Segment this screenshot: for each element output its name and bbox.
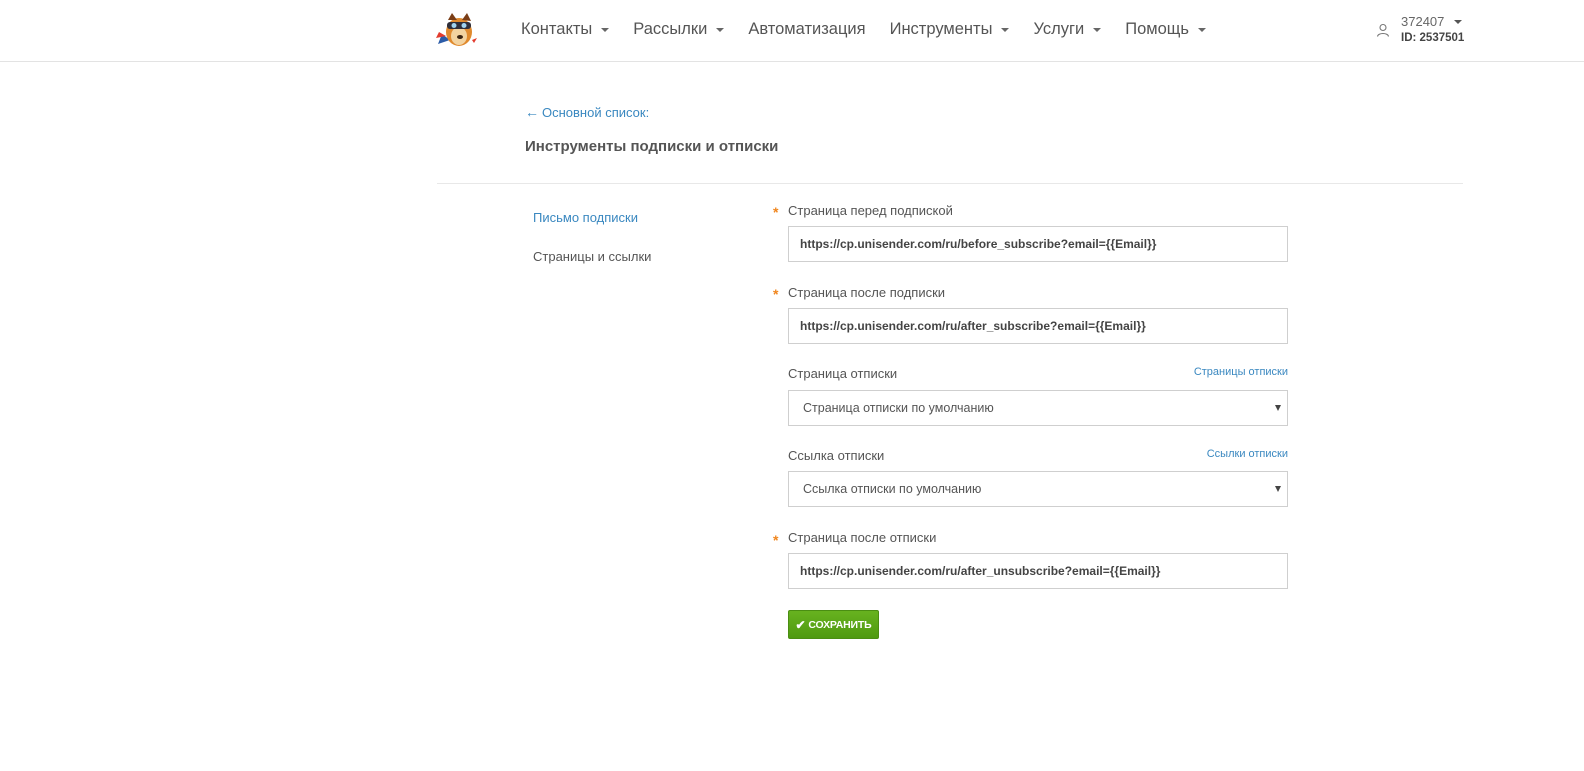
before-subscribe-label: Страница перед подпиской — [788, 203, 953, 218]
nav-automation[interactable]: Автоматизация — [748, 20, 865, 39]
account-menu[interactable]: 372407 ID: 2537501 — [1376, 14, 1464, 48]
check-icon: ✔ — [795, 617, 806, 632]
unsubscribe-page-selected: Страница отписки по умолчанию — [803, 401, 994, 415]
dropdown-arrow-icon — [1275, 405, 1281, 411]
unisender-logo-icon[interactable] — [436, 10, 478, 50]
page-title: Инструменты подписки и отписки — [525, 138, 779, 155]
account-login: 372407 — [1401, 14, 1445, 29]
save-button-label: СОХРАНИТЬ — [808, 618, 872, 631]
required-mark: * — [773, 286, 779, 302]
after-unsubscribe-input[interactable] — [788, 553, 1288, 589]
dropdown-arrow-icon — [1275, 486, 1281, 492]
chevron-down-icon — [1001, 27, 1010, 32]
main-nav: Контакты Рассылки Автоматизация Инструме… — [521, 0, 1230, 58]
unsubscribe-link-select[interactable]: Ссылка отписки по умолчанию — [788, 471, 1288, 507]
required-mark: * — [773, 204, 779, 220]
divider — [437, 183, 1463, 184]
required-mark: * — [773, 532, 779, 548]
account-info: 372407 ID: 2537501 — [1401, 14, 1464, 44]
nav-services-label: Услуги — [1033, 19, 1085, 38]
after-unsubscribe-label: Страница после отписки — [788, 530, 937, 545]
unsubscribe-page-label: Страница отписки — [788, 366, 898, 381]
top-header: Контакты Рассылки Автоматизация Инструме… — [0, 0, 1584, 62]
nav-help[interactable]: Помощь — [1125, 20, 1206, 39]
account-id: ID: 2537501 — [1401, 32, 1465, 44]
nav-help-label: Помощь — [1125, 19, 1189, 38]
nav-campaigns-label: Рассылки — [633, 19, 708, 38]
nav-tools-label: Инструменты — [889, 19, 993, 38]
sidebar-item-pages-and-links[interactable]: Страницы и ссылки — [533, 249, 651, 264]
save-button[interactable]: ✔ СОХРАНИТЬ — [788, 610, 879, 639]
unsubscribe-links-link[interactable]: Ссылки отписки — [1207, 448, 1288, 460]
nav-contacts-label: Контакты — [521, 19, 593, 38]
back-link-label: Основной список: — [542, 104, 650, 120]
chevron-down-icon — [601, 27, 610, 32]
nav-automation-label: Автоматизация — [748, 19, 866, 38]
back-link[interactable]: ← Основной список: — [525, 104, 649, 120]
sidebar-item-subscription-letter[interactable]: Письмо подписки — [533, 210, 638, 225]
unsubscribe-pages-link[interactable]: Страницы отписки — [1194, 366, 1288, 378]
nav-services[interactable]: Услуги — [1033, 19, 1102, 39]
unsubscribe-link-selected: Ссылка отписки по умолчанию — [803, 482, 982, 496]
account-login-row: 372407 — [1401, 14, 1464, 29]
nav-contacts[interactable]: Контакты — [521, 19, 610, 39]
before-subscribe-input[interactable] — [788, 226, 1288, 262]
unsubscribe-page-select[interactable]: Страница отписки по умолчанию — [788, 390, 1288, 426]
chevron-down-icon — [1454, 20, 1463, 24]
after-subscribe-label: Страница после подписки — [788, 285, 946, 300]
arrow-left-icon: ← — [525, 104, 539, 120]
nav-campaigns[interactable]: Рассылки — [633, 19, 725, 39]
chevron-down-icon — [1093, 27, 1102, 32]
after-subscribe-input[interactable] — [788, 308, 1288, 344]
nav-tools[interactable]: Инструменты — [890, 20, 1010, 39]
chevron-down-icon — [1197, 27, 1206, 32]
user-icon — [1376, 23, 1390, 37]
unsubscribe-link-label: Ссылка отписки — [788, 448, 885, 463]
chevron-down-icon — [716, 27, 725, 32]
